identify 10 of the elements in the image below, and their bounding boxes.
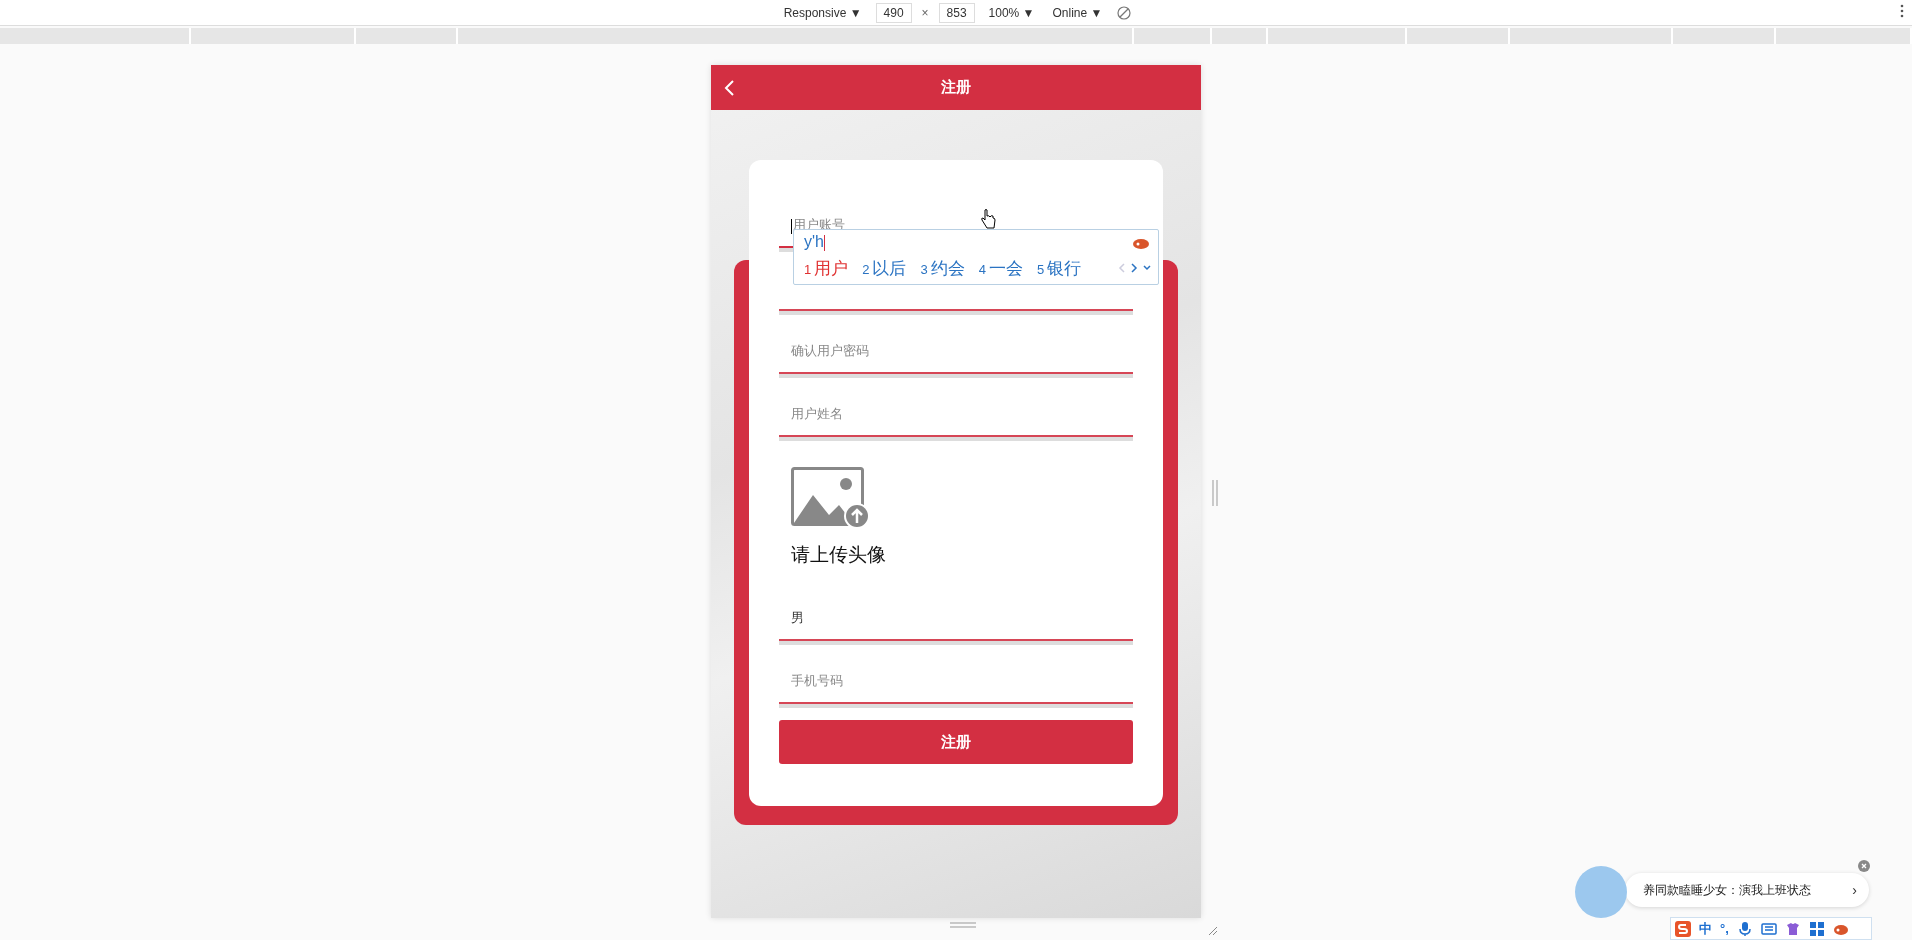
upload-label: 请上传头像 (791, 543, 886, 567)
page-title: 注册 (941, 78, 971, 97)
chevron-text: › (1852, 882, 1857, 898)
placeholder-text: 确认用户密码 (791, 342, 869, 360)
notification-text: 养同款瞌睡少女：演我上班状态 (1643, 881, 1811, 899)
placeholder-text: 用户姓名 (791, 405, 843, 423)
composition-text: y'h (804, 233, 825, 251)
times-sign: × (921, 5, 929, 20)
placeholder-text: 手机号码 (791, 672, 843, 690)
field-value: 男 (791, 609, 804, 627)
